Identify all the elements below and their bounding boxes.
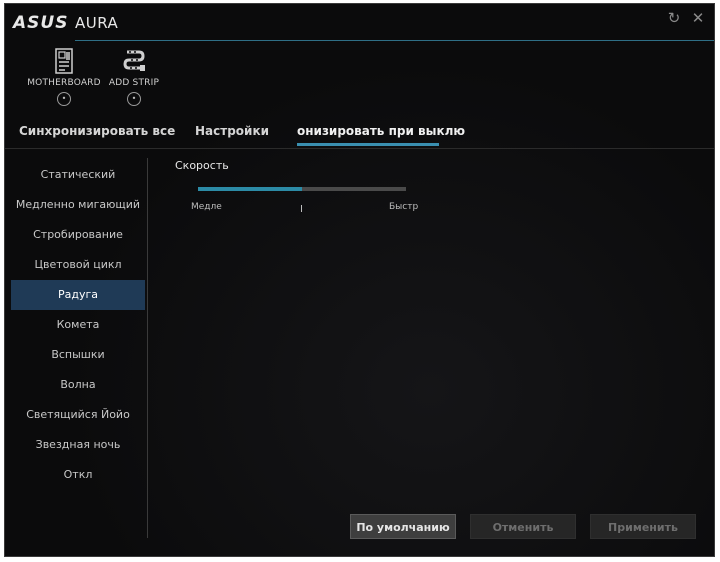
effect-color-cycle[interactable]: Цветовой цикл <box>11 250 145 280</box>
effect-wave[interactable]: Волна <box>11 370 145 400</box>
motherboard-icon <box>55 48 73 74</box>
effect-rainbow[interactable]: Радуга <box>11 280 145 310</box>
effect-flash[interactable]: Вспышки <box>11 340 145 370</box>
apply-button[interactable]: Применить <box>590 514 696 539</box>
close-icon[interactable]: ✕ <box>688 8 708 28</box>
effect-off[interactable]: Откл <box>11 460 145 490</box>
aura-window: ASUS AURA ↻ ✕ MOTHERBOARD • ADD STRIP • … <box>4 3 715 557</box>
tab-settings[interactable]: Настройки <box>195 124 269 138</box>
effect-static[interactable]: Статический <box>11 160 145 190</box>
title-accent-line <box>75 40 714 41</box>
speed-slider-fill <box>198 187 302 191</box>
speed-label: Скорость <box>175 159 229 172</box>
speed-tick-mark <box>301 205 302 212</box>
effect-strobe[interactable]: Стробирование <box>11 220 145 250</box>
refresh-icon[interactable]: ↻ <box>664 8 684 28</box>
device-info-icon[interactable]: • <box>57 92 71 106</box>
device-label: ADD STRIP <box>108 78 160 88</box>
active-tab-indicator <box>297 143 439 146</box>
effect-comet[interactable]: Комета <box>11 310 145 340</box>
effect-list: Статический Медленно мигающий Стробирова… <box>11 160 145 490</box>
cancel-button[interactable]: Отменить <box>470 514 576 539</box>
tab-sync-all[interactable]: Синхронизировать все <box>19 124 175 138</box>
effect-starry-night[interactable]: Звездная ночь <box>11 430 145 460</box>
speed-max-label: Быстр <box>389 202 419 212</box>
tab-shutdown-sync[interactable]: онизировать при выклю <box>297 124 465 138</box>
title-bar: ASUS AURA ↻ ✕ <box>5 4 714 40</box>
device-add-strip[interactable]: ADD STRIP • <box>89 48 179 106</box>
sidebar-divider <box>147 158 148 538</box>
effect-slow-blink[interactable]: Медленно мигающий <box>11 190 145 220</box>
effect-glowing-yoyo[interactable]: Светящийся Йойо <box>11 400 145 430</box>
led-strip-icon <box>123 50 145 71</box>
device-info-icon[interactable]: • <box>127 92 141 106</box>
app-title: AURA <box>75 14 119 32</box>
speed-min-label: Медле <box>191 202 222 212</box>
asus-logo: ASUS <box>13 13 69 33</box>
speed-slider[interactable] <box>198 187 406 191</box>
default-button[interactable]: По умолчанию <box>350 514 456 539</box>
